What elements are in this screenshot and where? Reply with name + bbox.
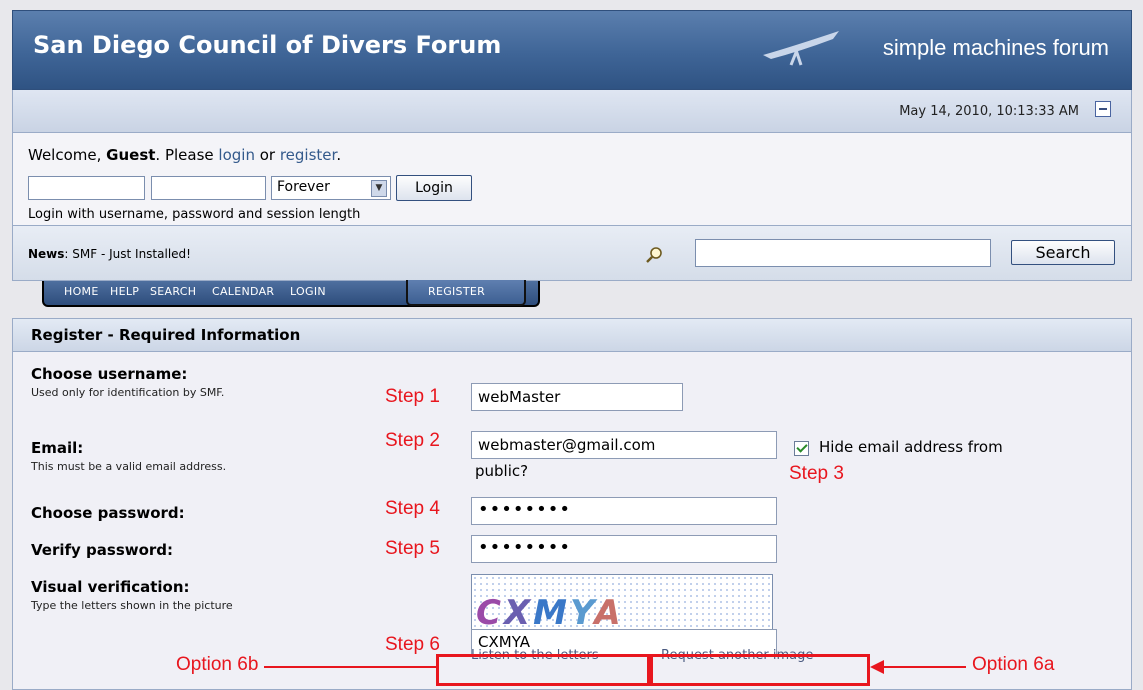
menu-home[interactable]: HOME bbox=[64, 285, 99, 298]
register-title: Register - Required Information bbox=[13, 319, 1131, 352]
option6b-annotation: Option 6b bbox=[176, 654, 259, 675]
forum-header: San Diego Council of Divers Forum simple… bbox=[12, 10, 1132, 90]
guest-name: Guest bbox=[106, 146, 156, 164]
email-label: Email: bbox=[31, 439, 84, 457]
option6a-arrow-icon bbox=[870, 660, 884, 674]
dropdown-arrow-icon[interactable]: ▼ bbox=[371, 180, 387, 197]
option6b-line bbox=[264, 666, 436, 668]
date-bar: May 14, 2010, 10:13:33 AM bbox=[12, 90, 1132, 133]
email-sub: This must be a valid email address. bbox=[31, 460, 227, 473]
password-login-input[interactable] bbox=[151, 176, 266, 200]
search-input[interactable] bbox=[695, 239, 991, 267]
smf-brand: simple machines forum bbox=[882, 35, 1109, 60]
step6-annotation: Step 6 bbox=[385, 634, 440, 655]
period-text: . bbox=[336, 146, 342, 164]
menu-register[interactable]: REGISTER bbox=[428, 285, 485, 298]
forum-title: San Diego Council of Divers Forum bbox=[33, 31, 502, 59]
login-hint: Login with username, password and sessio… bbox=[28, 207, 361, 222]
login-box: Welcome, Guest. Please login or register… bbox=[12, 133, 1132, 226]
username-field[interactable]: webMaster bbox=[471, 383, 683, 411]
visual-verification-sub: Type the letters shown in the picture bbox=[31, 599, 233, 612]
hide-email-label-cont: public? bbox=[475, 462, 529, 480]
menu-login[interactable]: LOGIN bbox=[290, 285, 326, 298]
verify-password-label: Verify password: bbox=[31, 541, 174, 559]
menu-search[interactable]: SEARCH bbox=[150, 285, 196, 298]
step4-annotation: Step 4 bbox=[385, 498, 440, 519]
captcha-text: CXMYA bbox=[476, 593, 624, 633]
register-link[interactable]: register bbox=[280, 146, 336, 164]
username-sub: Used only for identification by SMF. bbox=[31, 386, 225, 399]
step1-annotation: Step 1 bbox=[385, 386, 440, 407]
visual-verification-label: Visual verification: bbox=[31, 578, 190, 596]
session-length-select[interactable]: Forever ▼ bbox=[271, 176, 391, 200]
search-button[interactable]: Search bbox=[1011, 240, 1115, 265]
request-image-highlight bbox=[650, 654, 870, 686]
news-bar: News: SMF - Just Installed! Search bbox=[12, 226, 1132, 281]
username-label: Choose username: bbox=[31, 365, 188, 383]
password-label: Choose password: bbox=[31, 504, 185, 522]
main-menu: HOME HELP SEARCH CALENDAR LOGIN REGISTER bbox=[42, 280, 540, 307]
register-panel: Register - Required Information Choose u… bbox=[12, 318, 1132, 690]
please-text: . Please bbox=[155, 146, 219, 164]
search-icon bbox=[646, 247, 662, 263]
current-date: May 14, 2010, 10:13:33 AM bbox=[899, 104, 1079, 119]
welcome-text: Welcome, Guest. Please login or register… bbox=[28, 146, 341, 164]
listen-letters-highlight bbox=[436, 654, 650, 686]
username-login-input[interactable] bbox=[28, 176, 145, 200]
menu-calendar[interactable]: CALENDAR bbox=[212, 285, 274, 298]
step2-annotation: Step 2 bbox=[385, 430, 440, 451]
smf-logo-icon bbox=[763, 31, 839, 66]
step5-annotation: Step 5 bbox=[385, 538, 440, 559]
menu-bar: HOME HELP SEARCH CALENDAR LOGIN REGISTER bbox=[12, 280, 1132, 311]
news-text: News: SMF - Just Installed! bbox=[28, 247, 191, 261]
verify-password-field[interactable]: •••••••• bbox=[471, 535, 777, 563]
password-field[interactable]: •••••••• bbox=[471, 497, 777, 525]
login-button[interactable]: Login bbox=[396, 175, 472, 201]
hide-email-checkbox[interactable] bbox=[794, 441, 809, 456]
step3-annotation: Step 3 bbox=[789, 463, 844, 484]
email-field[interactable]: webmaster@gmail.com bbox=[471, 431, 777, 459]
login-link[interactable]: login bbox=[218, 146, 255, 164]
news-content: : SMF - Just Installed! bbox=[64, 247, 191, 261]
option6a-annotation: Option 6a bbox=[972, 654, 1055, 675]
session-length-value: Forever bbox=[277, 179, 330, 195]
welcome-prefix: Welcome, bbox=[28, 146, 107, 164]
collapse-icon[interactable] bbox=[1095, 101, 1111, 117]
captcha-image: CXMYA bbox=[471, 574, 773, 634]
hide-email-label: Hide email address from bbox=[819, 438, 1003, 456]
or-text: or bbox=[254, 146, 280, 164]
news-label: News bbox=[28, 247, 65, 261]
option6a-line bbox=[878, 666, 966, 668]
menu-help[interactable]: HELP bbox=[110, 285, 139, 298]
